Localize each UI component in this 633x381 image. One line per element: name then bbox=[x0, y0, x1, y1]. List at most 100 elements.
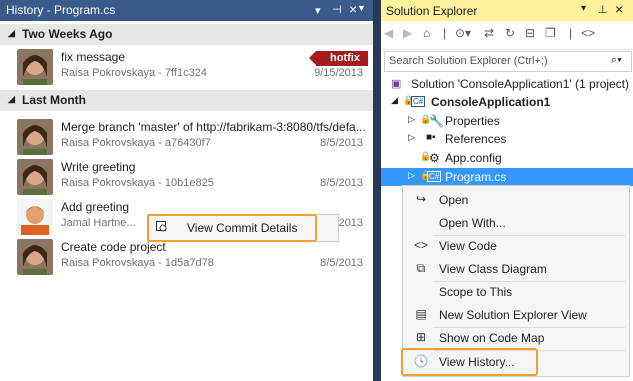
menu-item-show-on-code-map[interactable]: ⊞ Show on Code Map bbox=[403, 326, 629, 348]
separator-icon: | bbox=[569, 26, 573, 40]
view-commit-details-item[interactable]: View Commit Details bbox=[187, 221, 297, 235]
commit-row[interactable]: Create code project Raisa Pokrovskaya - … bbox=[0, 237, 373, 277]
references-icon: ■▪ bbox=[426, 132, 436, 143]
open-icon: ↪ bbox=[415, 192, 427, 206]
solution-explorer-titlebar: Solution Explorer ▾ ⊥ × bbox=[381, 0, 633, 21]
collapse-all-icon[interactable]: ⊟ bbox=[525, 26, 535, 44]
tree-item-label: Program.cs bbox=[445, 170, 507, 184]
refresh-icon[interactable]: ↻ bbox=[505, 26, 515, 44]
pending-changes-filter-icon[interactable]: ⊙▾ bbox=[455, 26, 471, 44]
group-label: Two Weeks Ago bbox=[22, 27, 113, 41]
commit-message: Add greeting bbox=[61, 200, 130, 214]
search-dropdown-icon[interactable]: ⌕▾ bbox=[611, 54, 622, 67]
commit-details-icon bbox=[156, 221, 167, 232]
collapsed-arrow-icon[interactable]: ▷ bbox=[408, 170, 415, 181]
wrench-icon: 🔧 bbox=[429, 114, 444, 128]
overflow-icon[interactable]: ▼ bbox=[357, 3, 366, 13]
menu-item-view-class-diagram[interactable]: ⧉ View Class Diagram bbox=[403, 257, 629, 279]
tree-item-label: App.config bbox=[445, 151, 502, 165]
commit-row[interactable]: Merge branch 'master' of http://fabrikam… bbox=[0, 117, 373, 157]
menu-item-open-with[interactable]: Open With... bbox=[403, 211, 629, 233]
commit-message: Write greeting bbox=[61, 160, 136, 174]
solution-icon: ▣ bbox=[391, 78, 402, 90]
group-header-last-month[interactable]: ◢ Last Month bbox=[0, 90, 373, 111]
avatar bbox=[17, 119, 53, 155]
tree-item-label: References bbox=[445, 132, 507, 146]
avatar bbox=[17, 159, 53, 195]
history-panel: History - Program.cs ▾ ⊣ × ▼ ◢ Two Weeks… bbox=[0, 0, 373, 381]
dropdown-icon[interactable]: ▾ bbox=[315, 4, 321, 17]
avatar bbox=[17, 199, 53, 235]
menu-item-label: Open With... bbox=[439, 216, 506, 230]
tree-item-solution[interactable]: ▣ Solution 'ConsoleApplication1' (1 proj… bbox=[381, 75, 633, 93]
solution-explorer-title: Solution Explorer bbox=[386, 4, 478, 18]
menu-item-label: New Solution Explorer View bbox=[439, 308, 587, 322]
tree-item-properties[interactable]: ▷ 🔒 🔧 Properties bbox=[381, 112, 633, 130]
menu-item-open[interactable]: ↪ Open bbox=[403, 188, 629, 210]
view-code-icon: <> bbox=[413, 238, 428, 252]
solution-explorer-toolbar: ◀ ▶ ⌂ | ⊙▾ ⇄ ↻ ⊟ ❐ | <> bbox=[381, 21, 633, 50]
forward-icon[interactable]: ▶ bbox=[403, 26, 412, 44]
sync-icon[interactable]: ⇄ bbox=[484, 26, 494, 44]
tree-item-program-cs[interactable]: ▷ 🔒 C# Program.cs bbox=[381, 168, 633, 186]
collapse-icon[interactable]: ◢ bbox=[8, 28, 15, 39]
group-header-two-weeks-ago[interactable]: ◢ Two Weeks Ago bbox=[0, 24, 373, 45]
commit-author-hash: Raisa Pokrovskaya - 7ff1c324 bbox=[61, 67, 207, 79]
code-map-icon: ⊞ bbox=[415, 330, 427, 344]
commit-message: fix message bbox=[61, 50, 126, 64]
config-file-icon: ⚙ bbox=[429, 151, 440, 165]
tree-item-app-config[interactable]: 🔒 ⚙ App.config bbox=[381, 149, 633, 167]
menu-item-label: Scope to This bbox=[439, 285, 513, 299]
commit-author-hash: Raisa Pokrovskaya - 10b1e825 bbox=[61, 177, 214, 189]
collapse-icon[interactable]: ◢ bbox=[8, 94, 15, 105]
panel-divider[interactable] bbox=[373, 0, 381, 381]
commit-date: 8/5/2013 bbox=[320, 257, 363, 269]
commit-date: 8/5/2013 bbox=[320, 137, 363, 149]
group-label: Last Month bbox=[22, 93, 86, 107]
commit-message: Merge branch 'master' of http://fabrikam… bbox=[61, 120, 366, 134]
search-solution-explorer-input[interactable]: Search Solution Explorer (Ctrl+;) ⌕▾ bbox=[384, 51, 632, 72]
menu-item-label: View Code bbox=[439, 239, 497, 253]
commit-row[interactable]: Write greeting Raisa Pokrovskaya - 10b1e… bbox=[0, 157, 373, 197]
expanded-arrow-icon[interactable]: ◢ bbox=[391, 95, 398, 106]
history-titlebar: History - Program.cs ▾ ⊣ × ▼ bbox=[0, 0, 373, 21]
commit-author-hash: Raisa Pokrovskaya - 1d5a7d78 bbox=[61, 257, 214, 269]
commit-date: 8/5/2013 bbox=[320, 177, 363, 189]
menu-item-view-code[interactable]: <> View Code bbox=[403, 234, 629, 256]
show-all-files-icon[interactable]: ❐ bbox=[545, 26, 556, 44]
commit-date: 9/15/2013 bbox=[314, 67, 363, 79]
tree-item-label: ConsoleApplication1 bbox=[431, 95, 551, 109]
csharp-project-icon: C# bbox=[411, 96, 426, 107]
tree-item-references[interactable]: ▷ ■▪ References bbox=[381, 130, 633, 148]
history-title: History - Program.cs bbox=[6, 3, 116, 17]
dropdown-icon[interactable]: ▾ bbox=[581, 3, 586, 14]
menu-item-label: View Class Diagram bbox=[439, 262, 547, 276]
menu-item-label: Show on Code Map bbox=[439, 331, 545, 345]
avatar bbox=[17, 49, 53, 85]
collapsed-arrow-icon[interactable]: ▷ bbox=[408, 132, 415, 143]
tag-label: hotfix bbox=[330, 52, 360, 64]
home-icon[interactable]: ⌂ bbox=[423, 26, 430, 44]
close-icon[interactable]: × bbox=[615, 1, 623, 17]
commit-author-hash: Jamal Hartne... bbox=[61, 217, 136, 229]
avatar bbox=[17, 239, 53, 275]
tree-item-label: Properties bbox=[445, 114, 500, 128]
collapsed-arrow-icon[interactable]: ▷ bbox=[408, 114, 415, 125]
back-icon[interactable]: ◀ bbox=[384, 26, 393, 44]
separator-icon: | bbox=[443, 26, 447, 40]
menu-item-scope-to-this[interactable]: Scope to This bbox=[403, 280, 629, 302]
tree-item-project[interactable]: ◢ 🔒 C# ConsoleApplication1 bbox=[381, 93, 633, 111]
csharp-file-icon: C# bbox=[427, 171, 442, 182]
commit-author-hash: Raisa Pokrovskaya - a76430f7 bbox=[61, 137, 211, 149]
close-icon[interactable]: × bbox=[349, 1, 357, 17]
file-context-menu: ↪ Open Open With... <> View Code ⧉ View … bbox=[401, 185, 630, 377]
menu-item-new-solution-explorer-view[interactable]: ▤ New Solution Explorer View bbox=[403, 303, 629, 325]
new-view-icon: ▤ bbox=[415, 307, 427, 321]
highlight-callout bbox=[401, 348, 538, 376]
menu-item-label: Open bbox=[439, 193, 469, 207]
pin-icon[interactable]: ⊥ bbox=[598, 3, 608, 16]
search-placeholder: Search Solution Explorer (Ctrl+;) bbox=[389, 55, 548, 67]
pin-icon[interactable]: ⊣ bbox=[332, 3, 342, 16]
hotfix-tag[interactable]: hotfix bbox=[309, 51, 368, 66]
view-code-icon[interactable]: <> bbox=[581, 26, 595, 44]
